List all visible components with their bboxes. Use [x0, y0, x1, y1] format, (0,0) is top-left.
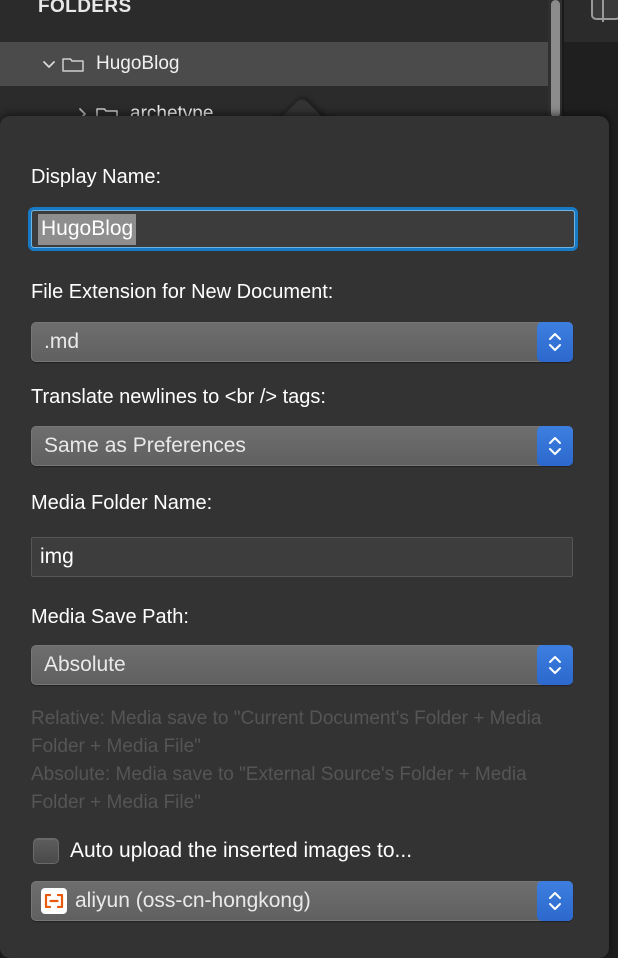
display-name-input[interactable]: HugoBlog — [28, 207, 578, 251]
media-save-path-help-text: Relative: Media save to "Current Documen… — [31, 708, 542, 813]
sidebar-scrollbar-track[interactable] — [548, 0, 562, 120]
file-extension-label: File Extension for New Document: — [31, 281, 334, 303]
chevron-up-down-icon[interactable] — [537, 645, 573, 685]
chevron-up-down-icon[interactable] — [537, 881, 573, 921]
tree-row-hugoblog[interactable]: HugoBlog — [0, 42, 548, 86]
media-save-path-label: Media Save Path: — [31, 606, 189, 628]
media-save-path-value: Absolute — [44, 653, 126, 676]
sidebar-scrollbar-thumb[interactable] — [551, 0, 560, 118]
folders-header-label: FOLDERS — [38, 0, 132, 17]
right-panel-body — [564, 42, 618, 120]
folders-section-header: FOLDERS — [0, 0, 548, 42]
sidebar-toggle-icon[interactable] — [591, 0, 618, 22]
screen: FOLDERS HugoBlog archetype Display Name:… — [0, 0, 618, 958]
folder-icon — [60, 53, 86, 75]
folder-settings-popover: Display Name: HugoBlog File Extension fo… — [0, 116, 609, 958]
aliyun-logo-icon — [41, 888, 67, 914]
auto-upload-checkbox-row[interactable]: Auto upload the inserted images to... — [33, 838, 412, 864]
upload-target-value: aliyun (oss-cn-hongkong) — [75, 889, 311, 912]
auto-upload-label: Auto upload the inserted images to... — [70, 839, 413, 862]
chevron-down-icon[interactable] — [38, 53, 60, 75]
translate-newlines-value: Same as Preferences — [44, 434, 246, 457]
upload-target-select[interactable]: aliyun (oss-cn-hongkong) — [31, 881, 573, 921]
chevron-up-down-icon[interactable] — [537, 322, 573, 362]
auto-upload-checkbox[interactable] — [33, 838, 59, 864]
media-save-path-select[interactable]: Absolute — [31, 645, 573, 685]
translate-newlines-label: Translate newlines to <br /> tags: — [31, 386, 326, 408]
right-panel — [564, 0, 618, 120]
media-folder-name-input[interactable]: img — [31, 537, 573, 577]
tree-row-label: HugoBlog — [96, 53, 180, 74]
translate-newlines-select[interactable]: Same as Preferences — [31, 426, 573, 466]
media-folder-name-label: Media Folder Name: — [31, 492, 213, 514]
media-folder-name-value: img — [40, 545, 74, 568]
display-name-value: HugoBlog — [38, 213, 137, 245]
chevron-up-down-icon[interactable] — [537, 426, 573, 466]
file-extension-value: .md — [44, 330, 80, 353]
file-extension-select[interactable]: .md — [31, 322, 573, 362]
display-name-label: Display Name: — [31, 166, 162, 188]
